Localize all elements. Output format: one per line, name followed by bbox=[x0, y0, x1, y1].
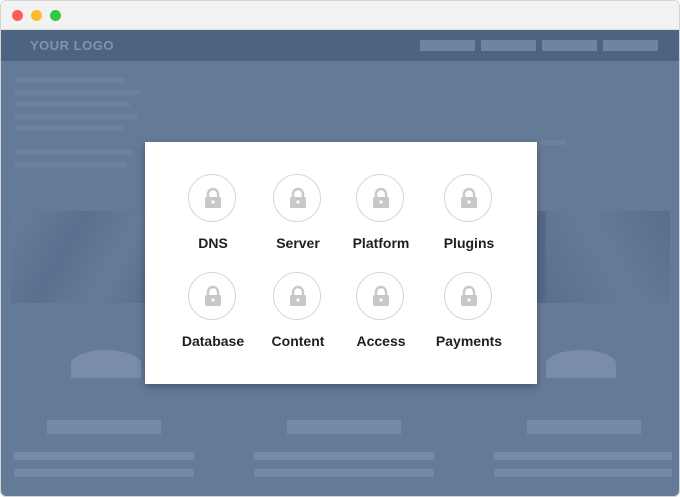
text-placeholder bbox=[494, 469, 672, 477]
item-label: Payments bbox=[435, 333, 503, 349]
text-placeholder bbox=[15, 78, 125, 83]
text-placeholder bbox=[14, 469, 194, 477]
text-placeholder bbox=[15, 150, 133, 155]
text-placeholder bbox=[14, 452, 194, 460]
text-placeholder bbox=[15, 114, 137, 119]
button-placeholder bbox=[287, 420, 401, 434]
lock-icon bbox=[444, 174, 492, 222]
text-placeholder bbox=[494, 452, 672, 460]
item-label: Plugins bbox=[443, 235, 495, 251]
zoom-window-button[interactable] bbox=[50, 10, 61, 21]
lock-icon bbox=[188, 174, 236, 222]
nav-item-placeholder bbox=[481, 40, 536, 51]
image-placeholder bbox=[71, 350, 141, 378]
lock-icon bbox=[444, 272, 492, 320]
security-item-payments[interactable]: Payments bbox=[419, 272, 519, 352]
text-placeholder bbox=[541, 140, 566, 145]
site-logo: YOUR LOGO bbox=[30, 38, 114, 53]
minimize-window-button[interactable] bbox=[31, 10, 42, 21]
title-bar bbox=[1, 1, 679, 30]
text-placeholder bbox=[15, 102, 130, 107]
button-placeholder bbox=[527, 420, 641, 434]
text-placeholder bbox=[254, 452, 434, 460]
text-placeholder bbox=[254, 469, 434, 477]
text-placeholder bbox=[15, 162, 127, 167]
security-item-access[interactable]: Access bbox=[331, 272, 431, 352]
image-placeholder bbox=[546, 350, 616, 378]
lock-icon bbox=[356, 174, 404, 222]
security-item-platform[interactable]: Platform bbox=[331, 174, 431, 254]
item-label: Platform bbox=[352, 235, 410, 251]
button-placeholder bbox=[47, 420, 161, 434]
security-modal: DNS Server Platform Plugins Database Con… bbox=[145, 142, 537, 384]
text-placeholder bbox=[15, 126, 123, 131]
site-header: YOUR LOGO bbox=[1, 30, 679, 61]
lock-icon bbox=[356, 272, 404, 320]
nav-item-placeholder bbox=[603, 40, 658, 51]
hero-texture bbox=[546, 211, 670, 303]
nav-item-placeholder bbox=[420, 40, 475, 51]
close-window-button[interactable] bbox=[12, 10, 23, 21]
browser-window: YOUR LOGO DNS Server Platform Plugins Da… bbox=[0, 0, 680, 497]
security-item-plugins[interactable]: Plugins bbox=[419, 174, 519, 254]
nav-item-placeholder bbox=[542, 40, 597, 51]
lock-icon bbox=[273, 174, 321, 222]
lock-icon bbox=[273, 272, 321, 320]
lock-icon bbox=[188, 272, 236, 320]
item-label: Access bbox=[356, 333, 406, 349]
hero-texture bbox=[11, 211, 151, 303]
text-placeholder bbox=[15, 90, 140, 95]
